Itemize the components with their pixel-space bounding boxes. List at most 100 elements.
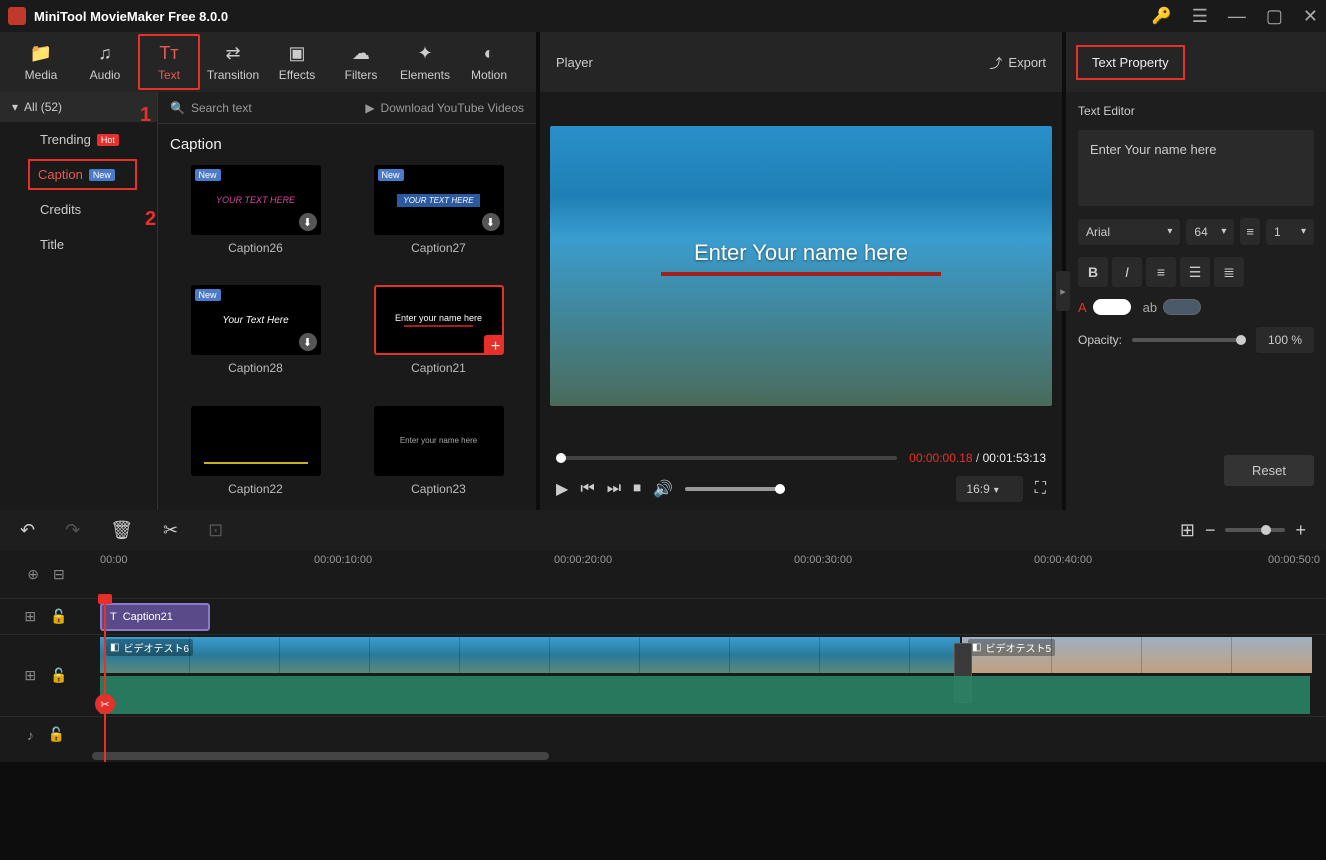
caption-card-21[interactable]: Enter your name here+ Caption21 3 [353,285,524,389]
text-category-sidebar: ▾All (52) TrendingHot CaptionNew 2 Credi… [0,92,158,510]
sidebar-item-trending[interactable]: TrendingHot [0,122,157,157]
next-frame-button[interactable]: ⏭ [607,480,621,498]
elements-tab[interactable]: ✦Elements [394,34,456,90]
audio-tab[interactable]: ♫Audio [74,34,136,90]
expand-panel-icon[interactable]: ▸ [1056,271,1070,311]
stop-button[interactable]: ⏹ [633,480,641,498]
sidebar-item-credits[interactable]: Credits [0,192,157,227]
effects-tab[interactable]: ▣Effects [266,34,328,90]
add-icon[interactable]: + [484,335,504,355]
text-property-tab[interactable]: Text Property [1076,45,1185,80]
text-color-icon: A [1078,300,1087,315]
caption-clip[interactable]: TCaption21 [100,603,210,631]
caption-card-22[interactable]: Caption22 [170,406,341,510]
player-label: Player [556,55,593,70]
chevron-down-icon: ▾ [12,100,18,114]
undo-button[interactable]: ↶ [20,520,35,541]
caption-card-27[interactable]: NewYOUR TEXT HERE⬇ Caption27 [353,165,524,269]
lock-icon[interactable]: 🔓 [50,667,67,684]
progress-slider[interactable] [556,456,897,460]
audio-track-icon[interactable]: ♪ [27,727,34,743]
video-clip-2[interactable]: ◧ビデオテスト5 [962,637,1312,673]
effects-icon: ▣ [288,43,305,64]
lock-icon[interactable]: 🔓 [48,726,65,743]
line-spacing-select[interactable]: 1 [1266,219,1314,245]
video-clip-1[interactable]: ◧ビデオテスト6 [100,637,960,673]
line-spacing-icon[interactable]: ≡ [1240,218,1260,245]
caption-text-input[interactable] [1078,130,1314,206]
video-preview[interactable]: Enter Your name here [550,126,1052,406]
caption-card-26[interactable]: NewYOUR TEXT HERE⬇ Caption26 [170,165,341,269]
sidebar-item-caption[interactable]: CaptionNew [28,159,137,190]
download-icon[interactable]: ⬇ [299,333,317,351]
delete-button[interactable]: 🗑 [110,520,133,541]
zoom-out-button[interactable]: − [1205,520,1216,541]
filters-icon: ☁ [352,43,370,64]
text-color-swatch[interactable] [1093,299,1131,315]
opacity-slider[interactable] [1132,338,1246,342]
maximize-button[interactable]: ▢ [1266,6,1283,27]
sidebar-item-title[interactable]: Title [0,227,157,262]
video-track-icon[interactable]: ⊞ [24,667,36,684]
caption-card-28[interactable]: NewYour Text Here⬇ Caption28 [170,285,341,389]
transition-icon: ⇄ [225,43,240,64]
align-center-button[interactable]: ☰ [1180,257,1210,287]
gallery-title: Caption [158,124,536,165]
timeline-ruler[interactable]: 00:00 00:00:10:00 00:00:20:00 00:00:30:0… [92,550,1326,598]
key-icon[interactable]: 🔑 [1152,6,1172,26]
text-track-icon[interactable]: ⊞ [24,608,36,625]
bold-button[interactable]: B [1078,257,1108,287]
zoom-slider[interactable] [1225,528,1285,532]
motion-icon: ◐ [484,43,495,64]
motion-tab[interactable]: ◐Motion [458,34,520,90]
text-editor-label: Text Editor [1078,104,1314,118]
aspect-ratio-select[interactable]: 16:9 [956,476,1022,502]
sidebar-all[interactable]: ▾All (52) [0,92,157,122]
font-size-select[interactable]: 64 [1186,219,1234,245]
align-left-button[interactable]: ≡ [1146,257,1176,287]
audio-waveform[interactable] [100,676,1310,714]
split-button[interactable]: ✂ [163,520,178,541]
font-family-select[interactable]: Arial [1078,219,1180,245]
elements-icon: ✦ [417,43,432,64]
align-right-button[interactable]: ≣ [1214,257,1244,287]
lock-icon[interactable]: 🔓 [50,608,67,625]
opacity-label: Opacity: [1078,333,1122,347]
folder-icon: 📁 [30,43,52,64]
text-icon: Tᴛ [159,43,178,64]
italic-button[interactable]: I [1112,257,1142,287]
download-youtube-link[interactable]: ▶Download YouTube Videos [365,101,524,115]
reset-button[interactable]: Reset [1224,455,1314,486]
caption-card-23[interactable]: Enter your name here Caption23 [353,406,524,510]
video-track: ⊞ 🔓 ◧ビデオテスト6 ◧ビデオテスト5 [0,634,1326,716]
minimize-button[interactable]: — [1228,6,1246,27]
collapse-track-icon[interactable]: ⊟ [53,566,65,583]
crop-button[interactable]: ⊡ [208,520,223,541]
app-title: MiniTool MovieMaker Free 8.0.0 [34,9,1152,24]
redo-button[interactable]: ↷ [65,520,80,541]
media-tab[interactable]: 📁Media [10,34,72,90]
add-track-icon[interactable]: ⊕ [27,566,39,583]
highlight-color-swatch[interactable] [1163,299,1201,315]
prev-frame-button[interactable]: ⏮ [580,480,594,498]
fullscreen-button[interactable]: ⛶ [1035,480,1046,498]
volume-slider[interactable] [685,487,785,491]
play-button[interactable]: ▶ [556,479,568,499]
filters-tab[interactable]: ☁Filters [330,34,392,90]
fit-zoom-icon[interactable]: ⊞ [1180,520,1195,541]
export-button[interactable]: ⤴Export [989,53,1046,72]
close-button[interactable]: ✕ [1303,6,1318,27]
download-icon[interactable]: ⬇ [299,213,317,231]
zoom-in-button[interactable]: + [1295,520,1306,541]
download-icon[interactable]: ⬇ [482,213,500,231]
search-input[interactable]: 🔍Search text [170,101,252,115]
hamburger-menu-icon[interactable]: ☰ [1192,6,1208,27]
transition-tab[interactable]: ⇄Transition [202,34,264,90]
music-icon: ♫ [98,43,112,64]
time-current: 00:00:00.18 [909,451,972,465]
text-tab[interactable]: TᴛText [138,34,200,90]
timeline-scrollbar[interactable] [0,752,1326,762]
export-icon: ⤴ [989,53,1002,72]
volume-icon[interactable]: 🔊 [653,479,673,499]
preview-caption-text: Enter Your name here [694,240,908,266]
